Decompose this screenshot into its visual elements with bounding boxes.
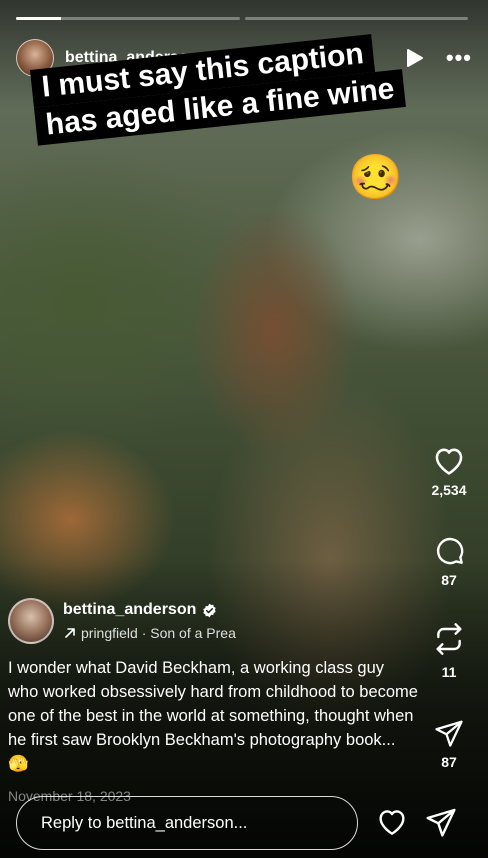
chef-emoji-sticker: 🥴: [348, 153, 403, 202]
comment-count: 87: [441, 572, 457, 588]
repost-count: 11: [441, 664, 457, 680]
more-options-icon[interactable]: •••: [446, 47, 472, 69]
comment-action[interactable]: 87: [424, 534, 474, 588]
share-action[interactable]: 87: [424, 718, 474, 770]
progress-segment: [16, 17, 240, 20]
comment-icon[interactable]: [433, 534, 465, 566]
post-author: bettina_anderson pringfield · Son of a P…: [8, 598, 236, 644]
send-icon[interactable]: [434, 718, 464, 748]
arrow-up-right-icon: [65, 628, 75, 638]
story-progress-bar: [16, 17, 468, 20]
post-caption: I wonder what David Beckham, a working c…: [8, 659, 418, 773]
repost-action[interactable]: 11: [424, 620, 474, 680]
progress-fill: [16, 17, 61, 20]
reply-input[interactable]: [16, 796, 358, 850]
post-username[interactable]: bettina_anderson: [63, 601, 196, 619]
post-avatar[interactable]: [8, 598, 54, 644]
send-icon[interactable]: [425, 806, 457, 838]
like-count: 2,534: [431, 482, 467, 498]
verified-badge-icon: [203, 603, 217, 617]
heart-icon[interactable]: [376, 806, 408, 836]
audio-track[interactable]: pringfield · Son of a Prea: [81, 625, 236, 641]
play-icon[interactable]: [406, 48, 424, 68]
progress-segment: [244, 17, 468, 20]
share-count: 87: [441, 754, 457, 770]
heart-icon[interactable]: [432, 444, 466, 476]
repost-icon[interactable]: [433, 620, 465, 658]
like-action[interactable]: 2,534: [424, 444, 474, 498]
